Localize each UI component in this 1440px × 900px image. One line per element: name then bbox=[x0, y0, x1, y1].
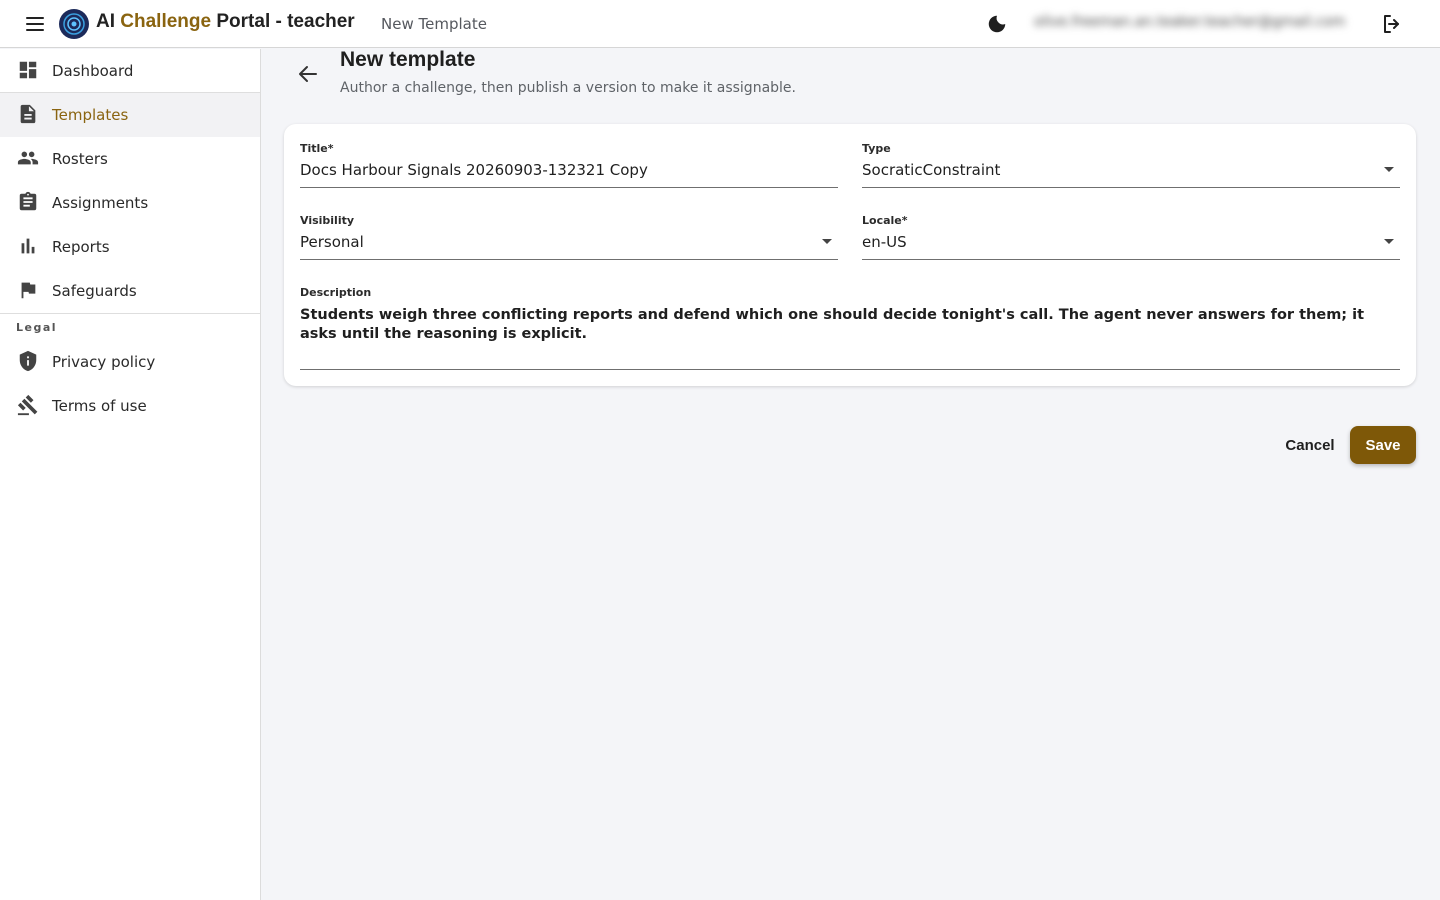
type-select[interactable]: Type SocraticConstraint bbox=[862, 142, 1400, 188]
description-label: Description bbox=[300, 286, 372, 299]
clipboard-icon bbox=[19, 191, 37, 211]
sidebar-item-label: Terms of use bbox=[52, 397, 147, 415]
field-underline bbox=[862, 259, 1400, 260]
sidebar-item-label: Rosters bbox=[52, 150, 108, 168]
dashboard-icon bbox=[19, 61, 37, 79]
field-underline bbox=[300, 369, 1400, 370]
document-icon bbox=[20, 104, 36, 124]
locale-value[interactable]: en-US bbox=[862, 233, 907, 251]
cancel-button[interactable]: Cancel bbox=[1272, 426, 1348, 464]
logout-icon[interactable] bbox=[1380, 12, 1404, 36]
chevron-down-icon[interactable] bbox=[822, 239, 832, 244]
sidebar-item-templates[interactable]: Templates bbox=[0, 93, 260, 137]
field-underline bbox=[862, 187, 1400, 188]
sidebar-item-label: Dashboard bbox=[52, 62, 134, 80]
visibility-select[interactable]: Visibility Personal bbox=[300, 214, 838, 260]
type-value[interactable]: SocraticConstraint bbox=[862, 161, 1000, 179]
top-app-bar: AI Challenge Portal - teacher New Templa… bbox=[0, 0, 1440, 48]
user-email: olive.freeman.an.teaker.teacher@gmail.co… bbox=[1034, 14, 1346, 30]
shield-icon bbox=[19, 350, 37, 372]
sidebar-item-label: Assignments bbox=[52, 194, 149, 212]
page-subtitle: Author a challenge, then publish a versi… bbox=[340, 80, 796, 96]
flag-icon bbox=[21, 282, 36, 299]
back-arrow-icon[interactable] bbox=[296, 62, 320, 86]
field-underline bbox=[300, 259, 838, 260]
sidebar-item-privacy-policy[interactable]: Privacy policy bbox=[0, 340, 260, 384]
app-brand-title[interactable]: AI Challenge Portal - teacher bbox=[96, 11, 355, 33]
title-label: Title* bbox=[300, 142, 334, 155]
save-button[interactable]: Save bbox=[1350, 426, 1416, 464]
brand-suffix: Portal - teacher bbox=[211, 11, 355, 32]
sidebar-item-dashboard[interactable]: Dashboard bbox=[0, 49, 260, 93]
description-textarea[interactable]: Students weigh three conflicting reports… bbox=[300, 306, 1390, 344]
sidebar: Dashboard Templates Rosters Assignments … bbox=[0, 49, 261, 900]
sidebar-item-label: Reports bbox=[52, 238, 110, 256]
sidebar-item-label: Templates bbox=[52, 106, 129, 124]
sidebar-item-assignments[interactable]: Assignments bbox=[0, 181, 260, 225]
breadcrumb: New Template bbox=[381, 15, 487, 33]
sidebar-item-reports[interactable]: Reports bbox=[0, 225, 260, 269]
visibility-value[interactable]: Personal bbox=[300, 233, 364, 251]
gavel-icon bbox=[17, 394, 38, 416]
visibility-label: Visibility bbox=[300, 214, 355, 227]
chevron-down-icon[interactable] bbox=[1384, 167, 1394, 172]
field-underline bbox=[300, 187, 838, 188]
sidebar-item-label: Privacy policy bbox=[52, 353, 156, 371]
title-field[interactable]: Title* Docs Harbour Signals 20260903-132… bbox=[300, 142, 838, 188]
sidebar-item-label: Safeguards bbox=[52, 282, 137, 300]
locale-select[interactable]: Locale* en-US bbox=[862, 214, 1400, 260]
legal-heading: Legal bbox=[16, 321, 58, 334]
sidebar-item-rosters[interactable]: Rosters bbox=[0, 137, 260, 181]
brand-accent: Challenge bbox=[120, 11, 212, 32]
sidebar-item-safeguards[interactable]: Safeguards bbox=[0, 269, 260, 313]
menu-icon[interactable] bbox=[24, 14, 46, 34]
description-field[interactable]: Description Students weigh three conflic… bbox=[300, 286, 1400, 370]
locale-label: Locale* bbox=[862, 214, 908, 227]
bar-chart-icon bbox=[21, 238, 35, 254]
dark-mode-moon-icon[interactable] bbox=[986, 13, 1008, 35]
people-icon bbox=[17, 151, 39, 165]
title-input[interactable]: Docs Harbour Signals 20260903-132321 Cop… bbox=[300, 161, 648, 179]
chevron-down-icon[interactable] bbox=[1384, 239, 1394, 244]
page-title: New template bbox=[340, 48, 476, 71]
sidebar-divider bbox=[0, 313, 260, 314]
brand-prefix: AI bbox=[96, 11, 121, 32]
template-form-card: Title* Docs Harbour Signals 20260903-132… bbox=[284, 124, 1416, 386]
sidebar-item-terms-of-use[interactable]: Terms of use bbox=[0, 384, 260, 428]
app-logo bbox=[59, 9, 89, 39]
type-label: Type bbox=[862, 142, 891, 155]
